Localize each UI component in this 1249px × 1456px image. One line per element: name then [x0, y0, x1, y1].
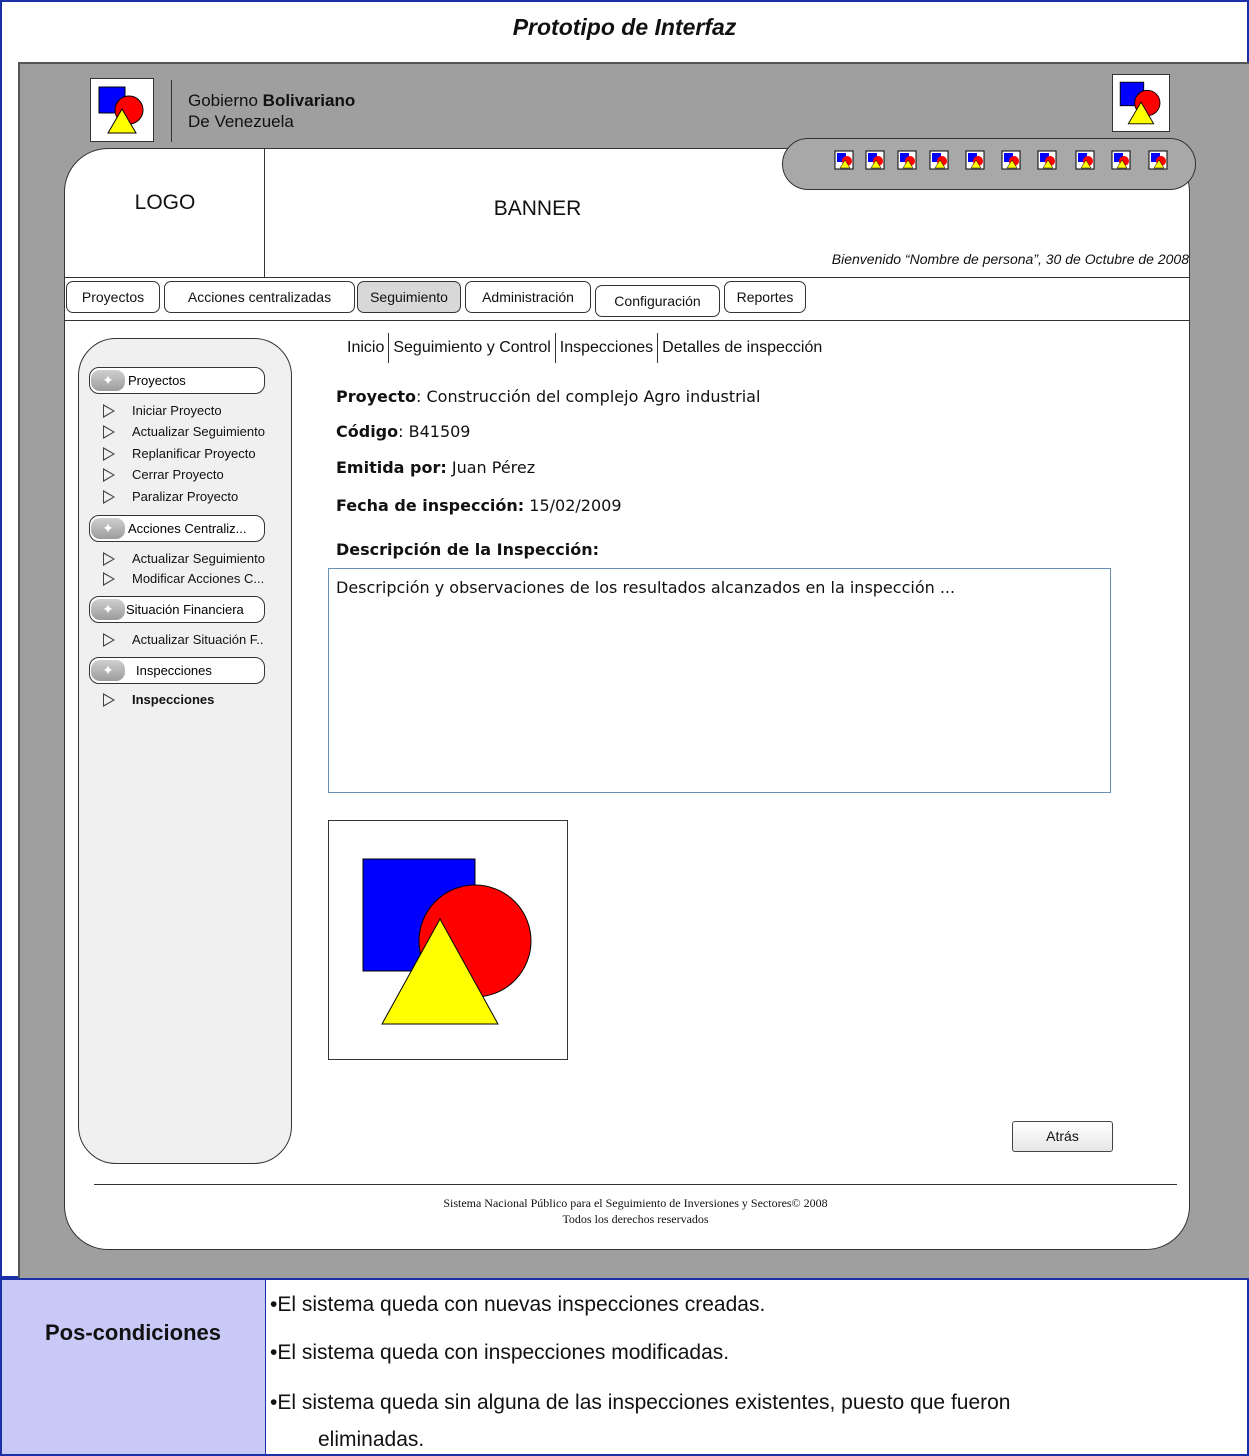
main-tabs: Proyectos Acciones centralizadas Seguimi… [65, 277, 1189, 321]
sidebar-item-label: Paralizar Proyecto [132, 489, 239, 504]
sidebar-group-label: Acciones Centraliz... [128, 521, 247, 536]
proyecto-value: : Construcción del complejo Agro industr… [416, 387, 761, 406]
tab-administracion[interactable]: Administración [465, 281, 591, 313]
sidebar-group-situacion-financiera[interactable]: ✦ Situación Financiera [89, 596, 265, 623]
sidebar-item-label: Actualizar Seguimiento [132, 424, 265, 439]
toolbar-shape-icon[interactable] [834, 150, 854, 170]
arrow-icon [103, 633, 115, 647]
arrow-icon [103, 693, 115, 707]
field-descripcion: Descripción de la Inspección: [336, 540, 599, 559]
welcome-text: Bienvenido “Nombre de persona”, 30 de Oc… [831, 251, 1189, 267]
tab-proyectos[interactable]: Proyectos [66, 281, 160, 313]
arrow-icon [103, 447, 115, 461]
arrow-icon [103, 490, 115, 504]
postconditions-label-cell [0, 1278, 266, 1456]
descripcion-label: Descripción de la Inspección: [336, 540, 600, 559]
star-icon: ✦ [91, 660, 125, 681]
postcondition-item: eliminadas. [318, 1428, 425, 1451]
gov-line1: Gobierno [188, 91, 263, 110]
back-button[interactable]: Atrás [1012, 1121, 1113, 1152]
sidebar-item-label: Modificar Acciones C... [132, 571, 265, 586]
emitida-label: Emitida por: [336, 458, 447, 477]
sidebar-item-label: Actualizar Situación F.. [132, 632, 264, 647]
toolbar-shape-icon[interactable] [897, 150, 917, 170]
field-codigo: Código: B41509 [336, 422, 470, 441]
breadcrumb-inspecciones[interactable]: Inspecciones [560, 339, 653, 356]
gov-name: Gobierno Bolivariano De Venezuela [188, 90, 355, 132]
codigo-label: Código [336, 422, 399, 441]
toolbar-shape-icon[interactable] [865, 150, 885, 170]
toolbar-shape-icon[interactable] [929, 150, 949, 170]
banner-placeholder: BANNER [493, 197, 582, 220]
toolbar-shape-icon[interactable] [965, 150, 985, 170]
breadcrumb-detalles: Detalles de inspección [662, 339, 823, 357]
star-icon: ✦ [91, 370, 125, 391]
field-proyecto: Proyecto: Construcción del complejo Agro… [336, 387, 760, 406]
postcondition-item: •El sistema queda con nuevas inspeccione… [270, 1293, 766, 1316]
codigo-value: : B41509 [398, 422, 471, 441]
sidebar-group-label: Proyectos [128, 373, 186, 388]
breadcrumb-separator [657, 333, 659, 363]
toolbar-shape-icon[interactable] [1001, 150, 1021, 170]
gov-logo-left [90, 78, 154, 142]
sidebar-item-label: Inspecciones [132, 692, 215, 707]
sidebar-group-label: Inspecciones [136, 663, 212, 678]
star-icon: ✦ [91, 599, 125, 620]
postcondition-item: •El sistema queda sin alguna de las insp… [270, 1391, 1011, 1414]
tab-acciones-centralizadas[interactable]: Acciones centralizadas [164, 281, 355, 313]
footer: Sistema Nacional Público para el Seguimi… [94, 1195, 1177, 1227]
toolbar-shape-icon[interactable] [1037, 150, 1057, 170]
breadcrumb: Inicio Seguimiento y Control Inspecciones D… [347, 333, 822, 363]
descripcion-textarea[interactable] [328, 568, 1111, 793]
quick-icons [782, 138, 1196, 190]
arrow-icon [103, 572, 115, 586]
tab-seguimiento[interactable]: Seguimiento [357, 281, 461, 313]
toolbar-shape-icon[interactable] [1111, 150, 1131, 170]
logo-placeholder: LOGO [134, 191, 196, 214]
toolbar-shape-icon[interactable] [1075, 150, 1095, 170]
breadcrumb-separator [388, 333, 390, 363]
shapes-logo-icon [98, 86, 144, 134]
arrow-icon [103, 552, 115, 566]
arrow-icon [103, 404, 115, 418]
postconditions-label: Pos-condiciones [44, 1320, 222, 1345]
tab-reportes[interactable]: Reportes [724, 281, 806, 313]
footer-line2: Todos los derechos reservados [562, 1212, 709, 1226]
fecha-label: Fecha de inspección: [336, 496, 525, 515]
sidebar-group-inspecciones[interactable]: ✦ Inspecciones [89, 657, 265, 684]
sidebar-item-label: Cerrar Proyecto [132, 467, 224, 482]
sidebar-item-label: Actualizar Seguimiento [132, 551, 265, 566]
shapes-logo-icon [1119, 81, 1161, 125]
arrow-icon [103, 425, 115, 439]
inspection-image [328, 820, 568, 1060]
gov-line1-bold: Bolivariano [262, 91, 356, 110]
star-icon: ✦ [91, 518, 125, 539]
footer-line1: Sistema Nacional Público para el Seguimi… [443, 1196, 828, 1210]
arrow-icon [103, 468, 115, 482]
sidebar-item-label: Iniciar Proyecto [132, 403, 222, 418]
prototype-title: Prototipo de Interfaz [512, 14, 737, 40]
footer-divider [94, 1184, 1177, 1185]
sidebar-group-proyectos[interactable]: ✦ Proyectos [89, 367, 265, 394]
breadcrumb-seguimiento-control[interactable]: Seguimiento y Control [393, 339, 550, 356]
gov-logo-right [1112, 74, 1170, 132]
sidebar-group-label: Situación Financiera [126, 602, 244, 617]
gov-line2: De Venezuela [188, 112, 294, 131]
tab-configuracion[interactable]: Configuración [595, 285, 720, 317]
descripcion-text: Descripción y observaciones de los resul… [336, 578, 956, 597]
sidebar-item-label: Replanificar Proyecto [132, 446, 256, 461]
fecha-value: 15/02/2009 [524, 496, 622, 515]
field-fecha: Fecha de inspección: 15/02/2009 [336, 496, 622, 515]
proyecto-label: Proyecto [336, 387, 417, 406]
breadcrumb-inicio[interactable]: Inicio [347, 339, 384, 356]
emitida-value: Juan Pérez [446, 458, 536, 477]
toolbar-shape-icon[interactable] [1148, 150, 1168, 170]
breadcrumb-separator [554, 333, 556, 363]
sidebar-group-acciones-centralizadas[interactable]: ✦ Acciones Centraliz... [89, 515, 265, 542]
postcondition-item: •El sistema queda con inspecciones modif… [270, 1341, 730, 1364]
shapes-image-icon [362, 858, 532, 1025]
gov-divider [171, 80, 172, 142]
field-emitida: Emitida por: Juan Pérez [336, 458, 535, 477]
sidebar: ✦ Proyectos Iniciar Proyecto Actualizar … [78, 338, 292, 1164]
